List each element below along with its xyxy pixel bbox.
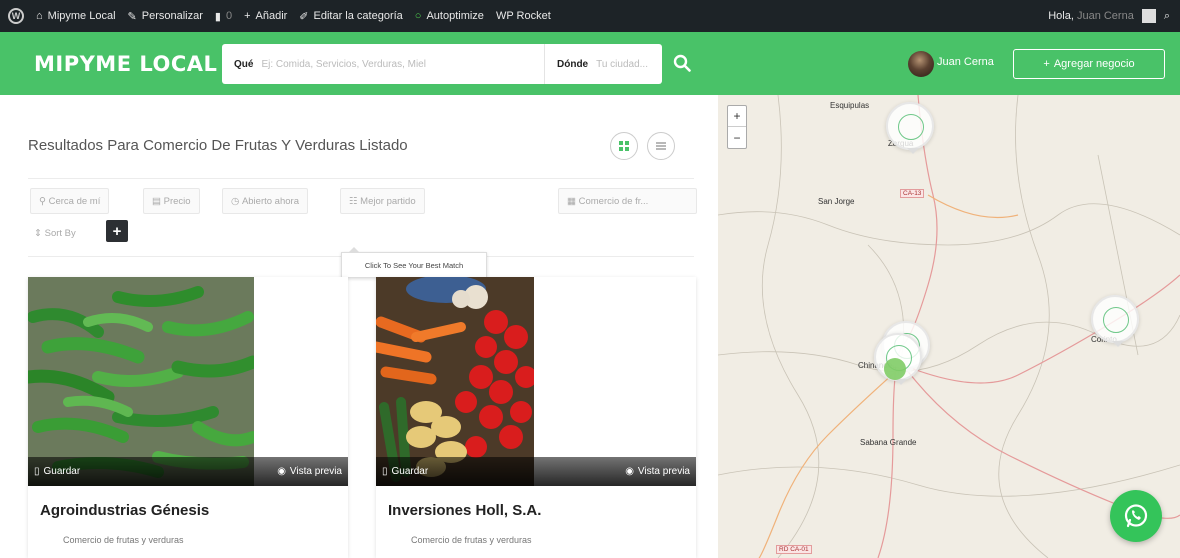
price-filter[interactable]: ▤ Precio — [143, 188, 200, 214]
listing-category: Comercio de frutas y verduras — [63, 535, 184, 545]
list-icon — [656, 142, 666, 150]
admin-comments-link[interactable]: ▮ 0 — [215, 10, 232, 23]
sort-by-filter[interactable]: ⇕ Sort By — [30, 220, 80, 246]
bookmark-icon: ▯ — [382, 466, 388, 477]
admin-customize-link[interactable]: ✎ Personalizar — [128, 10, 203, 23]
page-title: Resultados Para Comercio De Frutas Y Ver… — [28, 137, 408, 154]
listing-category: Comercio de frutas y verduras — [411, 535, 532, 545]
what-label: Qué — [234, 58, 254, 70]
listing-name[interactable]: Agroindustrias Génesis — [40, 502, 209, 519]
location-pin-icon: ⚲ — [39, 195, 46, 207]
listing-card[interactable]: ▯ Guardar ◉ Vista previa Agroindustrias Gé… — [28, 277, 348, 558]
pencil-icon: ✐ — [299, 10, 309, 23]
whatsapp-button[interactable] — [1110, 490, 1162, 542]
map-label: Sabana Grande — [860, 438, 917, 447]
user-name[interactable]: Juan Cerna — [937, 56, 994, 68]
where-input[interactable]: Tu ciudad... — [596, 59, 648, 70]
card-action-bar: ▯ Guardar ◉ Vista previa — [376, 457, 696, 486]
best-match-tooltip: Click To See Your Best Match — [341, 247, 487, 278]
results-map[interactable]: + − Esquipulas Zargua San Jorge Chinande… — [718, 95, 1180, 558]
avatar[interactable] — [908, 51, 934, 77]
eye-icon: ◉ — [625, 466, 634, 477]
what-input[interactable]: Ej: Comida, Servicios, Verduras, Miel — [261, 59, 426, 70]
zoom-in-button[interactable]: + — [728, 106, 746, 127]
admin-bar: W ⌂ Mipyme Local ✎ Personalizar ▮ 0 + Añadir… — [0, 0, 1180, 32]
road-tag: RD CA-01 — [776, 545, 812, 554]
sliders-icon: ☷ — [349, 195, 358, 207]
listing-name[interactable]: Inversiones Holl, S.A. — [388, 502, 541, 519]
admin-greeting[interactable]: Hola, Juan Cerna — [1048, 10, 1134, 22]
status-dot-icon: ○ — [414, 10, 422, 22]
listing-card[interactable]: ▯ Guardar ◉ Vista previa Inversiones Holl,… — [376, 277, 696, 558]
list-view-button[interactable] — [647, 132, 675, 160]
where-label: Dónde — [557, 58, 589, 70]
more-filters-button[interactable]: + — [106, 220, 128, 242]
map-label: San Jorge — [818, 197, 855, 206]
search-button[interactable] — [670, 49, 694, 77]
admin-avatar[interactable] — [1141, 9, 1156, 23]
grid-view-button[interactable] — [610, 132, 638, 160]
price-icon: ▤ — [152, 195, 161, 207]
preview-button[interactable]: ◉ Vista previa — [625, 466, 690, 477]
comment-icon: ▮ — [214, 10, 221, 23]
open-now-filter[interactable]: ◷ Abierto ahora — [222, 188, 308, 214]
admin-search-icon[interactable]: ⌕ — [1164, 10, 1170, 23]
save-button[interactable]: ▯ Guardar — [34, 466, 80, 477]
add-business-button[interactable]: + Agregar negocio — [1013, 49, 1165, 79]
category-icon: ▦ — [567, 195, 576, 207]
grid-icon — [619, 141, 629, 151]
listing-image-vegetables[interactable] — [376, 277, 534, 486]
zoom-out-button[interactable]: − — [728, 127, 746, 148]
eye-icon: ◉ — [277, 466, 286, 477]
admin-edit-category-link[interactable]: ✐ Editar la categoría — [299, 10, 403, 23]
save-button[interactable]: ▯ Guardar — [382, 466, 428, 477]
best-match-filter[interactable]: ☷ Mejor partido — [340, 188, 425, 214]
listing-image-peppers[interactable] — [28, 277, 254, 486]
sort-icon: ⇕ — [34, 227, 42, 239]
preview-button[interactable]: ◉ Vista previa — [277, 466, 342, 477]
search-divider — [544, 44, 545, 84]
whatsapp-icon — [1124, 504, 1148, 528]
plus-icon: + — [244, 10, 251, 22]
map-marker[interactable] — [886, 102, 934, 154]
admin-site-link[interactable]: ⌂ Mipyme Local — [36, 10, 116, 22]
admin-wprocket-link[interactable]: WP Rocket — [496, 10, 551, 22]
near-me-filter[interactable]: ⚲ Cerca de mí — [30, 188, 110, 214]
category-filter[interactable]: ▦ Comercio de fr... — [558, 188, 697, 214]
card-action-bar: ▯ Guardar ◉ Vista previa — [28, 457, 348, 486]
site-logo[interactable]: MIPYME LOCAL — [34, 52, 217, 76]
road-tag: CA-13 — [900, 189, 925, 198]
map-marker[interactable] — [1091, 295, 1139, 347]
admin-autoptimize-link[interactable]: ○ Autoptimize — [415, 10, 484, 22]
brush-icon: ✎ — [127, 10, 137, 23]
search-form: Qué Ej: Comida, Servicios, Verduras, Mie… — [222, 44, 662, 84]
search-icon — [673, 54, 691, 72]
bookmark-icon: ▯ — [34, 466, 40, 477]
map-zoom-control: + − — [727, 105, 747, 149]
plus-icon: + — [1043, 58, 1050, 70]
title-divider — [28, 178, 694, 179]
clock-icon: ◷ — [231, 195, 240, 207]
wordpress-icon[interactable]: W — [8, 8, 24, 24]
admin-add-link[interactable]: + Añadir — [244, 10, 287, 22]
dashboard-icon: ⌂ — [36, 10, 43, 22]
map-label: Esquipulas — [830, 101, 870, 110]
map-cluster-dot[interactable] — [884, 358, 906, 380]
site-header: MIPYME LOCAL Qué Ej: Comida, Servicios, … — [0, 32, 1180, 95]
